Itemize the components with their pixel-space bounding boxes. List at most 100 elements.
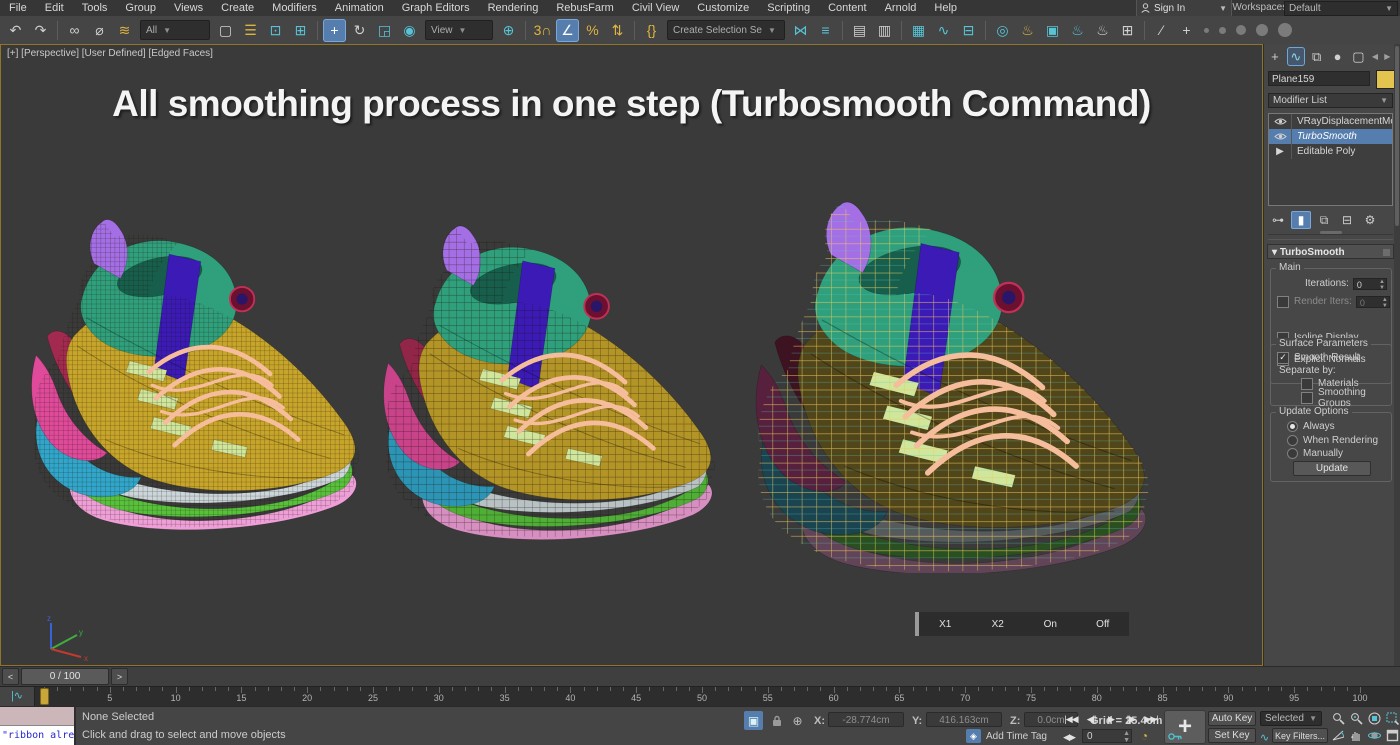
reference-coordinate-dropdown[interactable]: View▼: [425, 20, 493, 40]
modifier-stack-row[interactable]: ▶Editable Poly: [1269, 144, 1392, 159]
align-icon[interactable]: ≡: [814, 19, 837, 42]
menu-rendering[interactable]: Rendering: [479, 0, 548, 16]
selection-filter-dropdown[interactable]: All▼: [140, 20, 210, 40]
select-by-name-icon[interactable]: ☰: [239, 19, 262, 42]
shoe-model-medium-wireframe[interactable]: [373, 197, 733, 553]
previous-frame-step-button[interactable]: <: [2, 668, 19, 685]
window-crossing-icon[interactable]: ⊞: [289, 19, 312, 42]
render-preset-blob-3[interactable]: [1236, 25, 1246, 35]
menu-customize[interactable]: Customize: [688, 0, 758, 16]
always-radio[interactable]: [1287, 421, 1298, 432]
layer-explorer-icon[interactable]: ▥: [873, 19, 896, 42]
bind-to-space-warp-icon[interactable]: ≋: [113, 19, 136, 42]
x-coordinate-field[interactable]: -28.774cm: [828, 712, 904, 727]
render-iters-field[interactable]: 0▲▼: [1356, 296, 1390, 308]
selection-set-keys-dropdown[interactable]: Selected ▼: [1260, 711, 1322, 726]
viewport-label[interactable]: [+] [Perspective] [User Defined] [Edged …: [7, 48, 213, 59]
display-tab[interactable]: ▢: [1349, 47, 1367, 66]
tab-scroll-left[interactable]: ◀: [1370, 47, 1379, 66]
time-slider-handle[interactable]: 0 / 100: [21, 668, 109, 685]
update-button[interactable]: Update: [1293, 461, 1371, 476]
menu-edit[interactable]: Edit: [36, 0, 73, 16]
menu-arnold[interactable]: Arnold: [876, 0, 926, 16]
iterations-field[interactable]: 0▲▼: [1353, 278, 1387, 290]
open-mini-curve-editor-icon[interactable]: |∿: [0, 687, 35, 706]
tab-scroll-right[interactable]: ▶: [1383, 47, 1392, 66]
motion-tab[interactable]: ●: [1329, 47, 1347, 66]
schematic-view-icon[interactable]: ⊟: [957, 19, 980, 42]
menu-content[interactable]: Content: [819, 0, 876, 16]
turbosmooth-rollout-header[interactable]: ▾ TurboSmooth: [1267, 244, 1394, 259]
select-object-icon[interactable]: ▢: [214, 19, 237, 42]
overlay-button-on[interactable]: On: [1024, 619, 1077, 630]
rendered-frame-window-icon[interactable]: ▣: [1041, 19, 1064, 42]
current-frame-marker[interactable]: [40, 688, 49, 705]
menu-help[interactable]: Help: [925, 0, 966, 16]
pin-stack-button[interactable]: ⊶: [1268, 211, 1288, 229]
isolate-selection-toggle[interactable]: ▣: [744, 711, 763, 730]
object-name-field[interactable]: Plane159: [1268, 71, 1370, 86]
key-filters-button[interactable]: Key Filters...: [1272, 728, 1328, 743]
select-and-link-icon[interactable]: ∞: [63, 19, 86, 42]
show-end-result-button[interactable]: ▮: [1291, 211, 1311, 229]
use-pivot-point-icon[interactable]: ⊕: [497, 19, 520, 42]
select-and-rotate-icon[interactable]: ↻: [348, 19, 371, 42]
menu-modifiers[interactable]: Modifiers: [263, 0, 326, 16]
hierarchy-tab[interactable]: ⧉: [1308, 47, 1326, 66]
render-preset-blob-5[interactable]: [1278, 23, 1292, 37]
spinner-icon[interactable]: ▲▼: [1379, 279, 1385, 291]
render-preset-blob-2[interactable]: [1219, 27, 1226, 34]
modify-tab[interactable]: ∿: [1287, 47, 1305, 66]
listener-macro-recorder-field[interactable]: [0, 707, 74, 726]
materials-checkbox[interactable]: [1301, 378, 1313, 390]
make-unique-button[interactable]: ⧉: [1314, 211, 1334, 229]
add-time-tag[interactable]: Add Time Tag: [986, 731, 1047, 742]
angle-snap-icon[interactable]: ∠: [556, 19, 579, 42]
select-and-scale-icon[interactable]: ◲: [373, 19, 396, 42]
remove-modifier-button[interactable]: ⊟: [1337, 211, 1357, 229]
spinner-icon[interactable]: ▲▼: [1123, 730, 1130, 744]
snaps-toggle-icon[interactable]: 3∩: [531, 19, 554, 42]
configure-modifier-sets-button[interactable]: ⚙: [1360, 211, 1380, 229]
panel-splitter[interactable]: [1268, 234, 1393, 240]
menu-civil-view[interactable]: Civil View: [623, 0, 688, 16]
modifier-list-dropdown[interactable]: Modifier List ▼: [1268, 93, 1393, 108]
create-tab[interactable]: +: [1266, 47, 1284, 66]
when-rendering-radio[interactable]: [1287, 435, 1298, 446]
zoom-region-icon[interactable]: [1384, 710, 1400, 726]
select-and-place-icon[interactable]: ◉: [398, 19, 421, 42]
pan-icon[interactable]: [1348, 727, 1365, 743]
spinner-icon[interactable]: ▲▼: [1382, 297, 1388, 309]
go-to-start-button[interactable]: |◀◀: [1062, 711, 1080, 727]
overlay-button-x2[interactable]: X2: [972, 619, 1025, 630]
orbit-icon[interactable]: [1366, 727, 1383, 743]
next-frame-button[interactable]: ||▶: [1122, 711, 1140, 727]
previous-frame-button[interactable]: ◀||: [1082, 711, 1100, 727]
overlay-button-x1[interactable]: X1: [919, 619, 972, 630]
menu-views[interactable]: Views: [165, 0, 212, 16]
named-selection-dropdown[interactable]: Create Selection Se▼: [667, 20, 785, 40]
workspaces-dropdown[interactable]: Default ▼: [1284, 1, 1398, 16]
rectangular-selection-region-icon[interactable]: ⊡: [264, 19, 287, 42]
time-configuration-icon[interactable]: ◔: [1136, 728, 1152, 744]
next-frame-step-button[interactable]: >: [111, 668, 128, 685]
select-and-move-icon[interactable]: +: [323, 19, 346, 42]
eye-icon[interactable]: [1269, 114, 1292, 129]
menu-graph-editors[interactable]: Graph Editors: [393, 0, 479, 16]
set-keys-button[interactable]: +: [1164, 710, 1206, 744]
default-in-out-tangents-icon[interactable]: ∿: [1258, 729, 1270, 745]
shoe-model-dense-wireframe[interactable]: [21, 191, 377, 543]
perspective-viewport[interactable]: [+] [Perspective] [User Defined] [Edged …: [0, 44, 1263, 666]
render-preset-blob-4[interactable]: [1256, 24, 1268, 36]
percent-snap-icon[interactable]: %: [581, 19, 604, 42]
scene-explorer-icon[interactable]: ▤: [848, 19, 871, 42]
menu-scripting[interactable]: Scripting: [758, 0, 819, 16]
play-button[interactable]: ▶: [1102, 711, 1120, 727]
listener-input-field[interactable]: "ribbon alre: [0, 726, 74, 745]
material-editor-icon[interactable]: ◎: [991, 19, 1014, 42]
toggle-ribbon-icon[interactable]: ▦: [907, 19, 930, 42]
zoom-all-icon[interactable]: [1348, 710, 1365, 726]
redo-icon[interactable]: ↷: [29, 19, 52, 42]
current-frame-field[interactable]: 0 ▲▼: [1082, 729, 1132, 743]
zoom-extents-icon[interactable]: [1366, 710, 1383, 726]
